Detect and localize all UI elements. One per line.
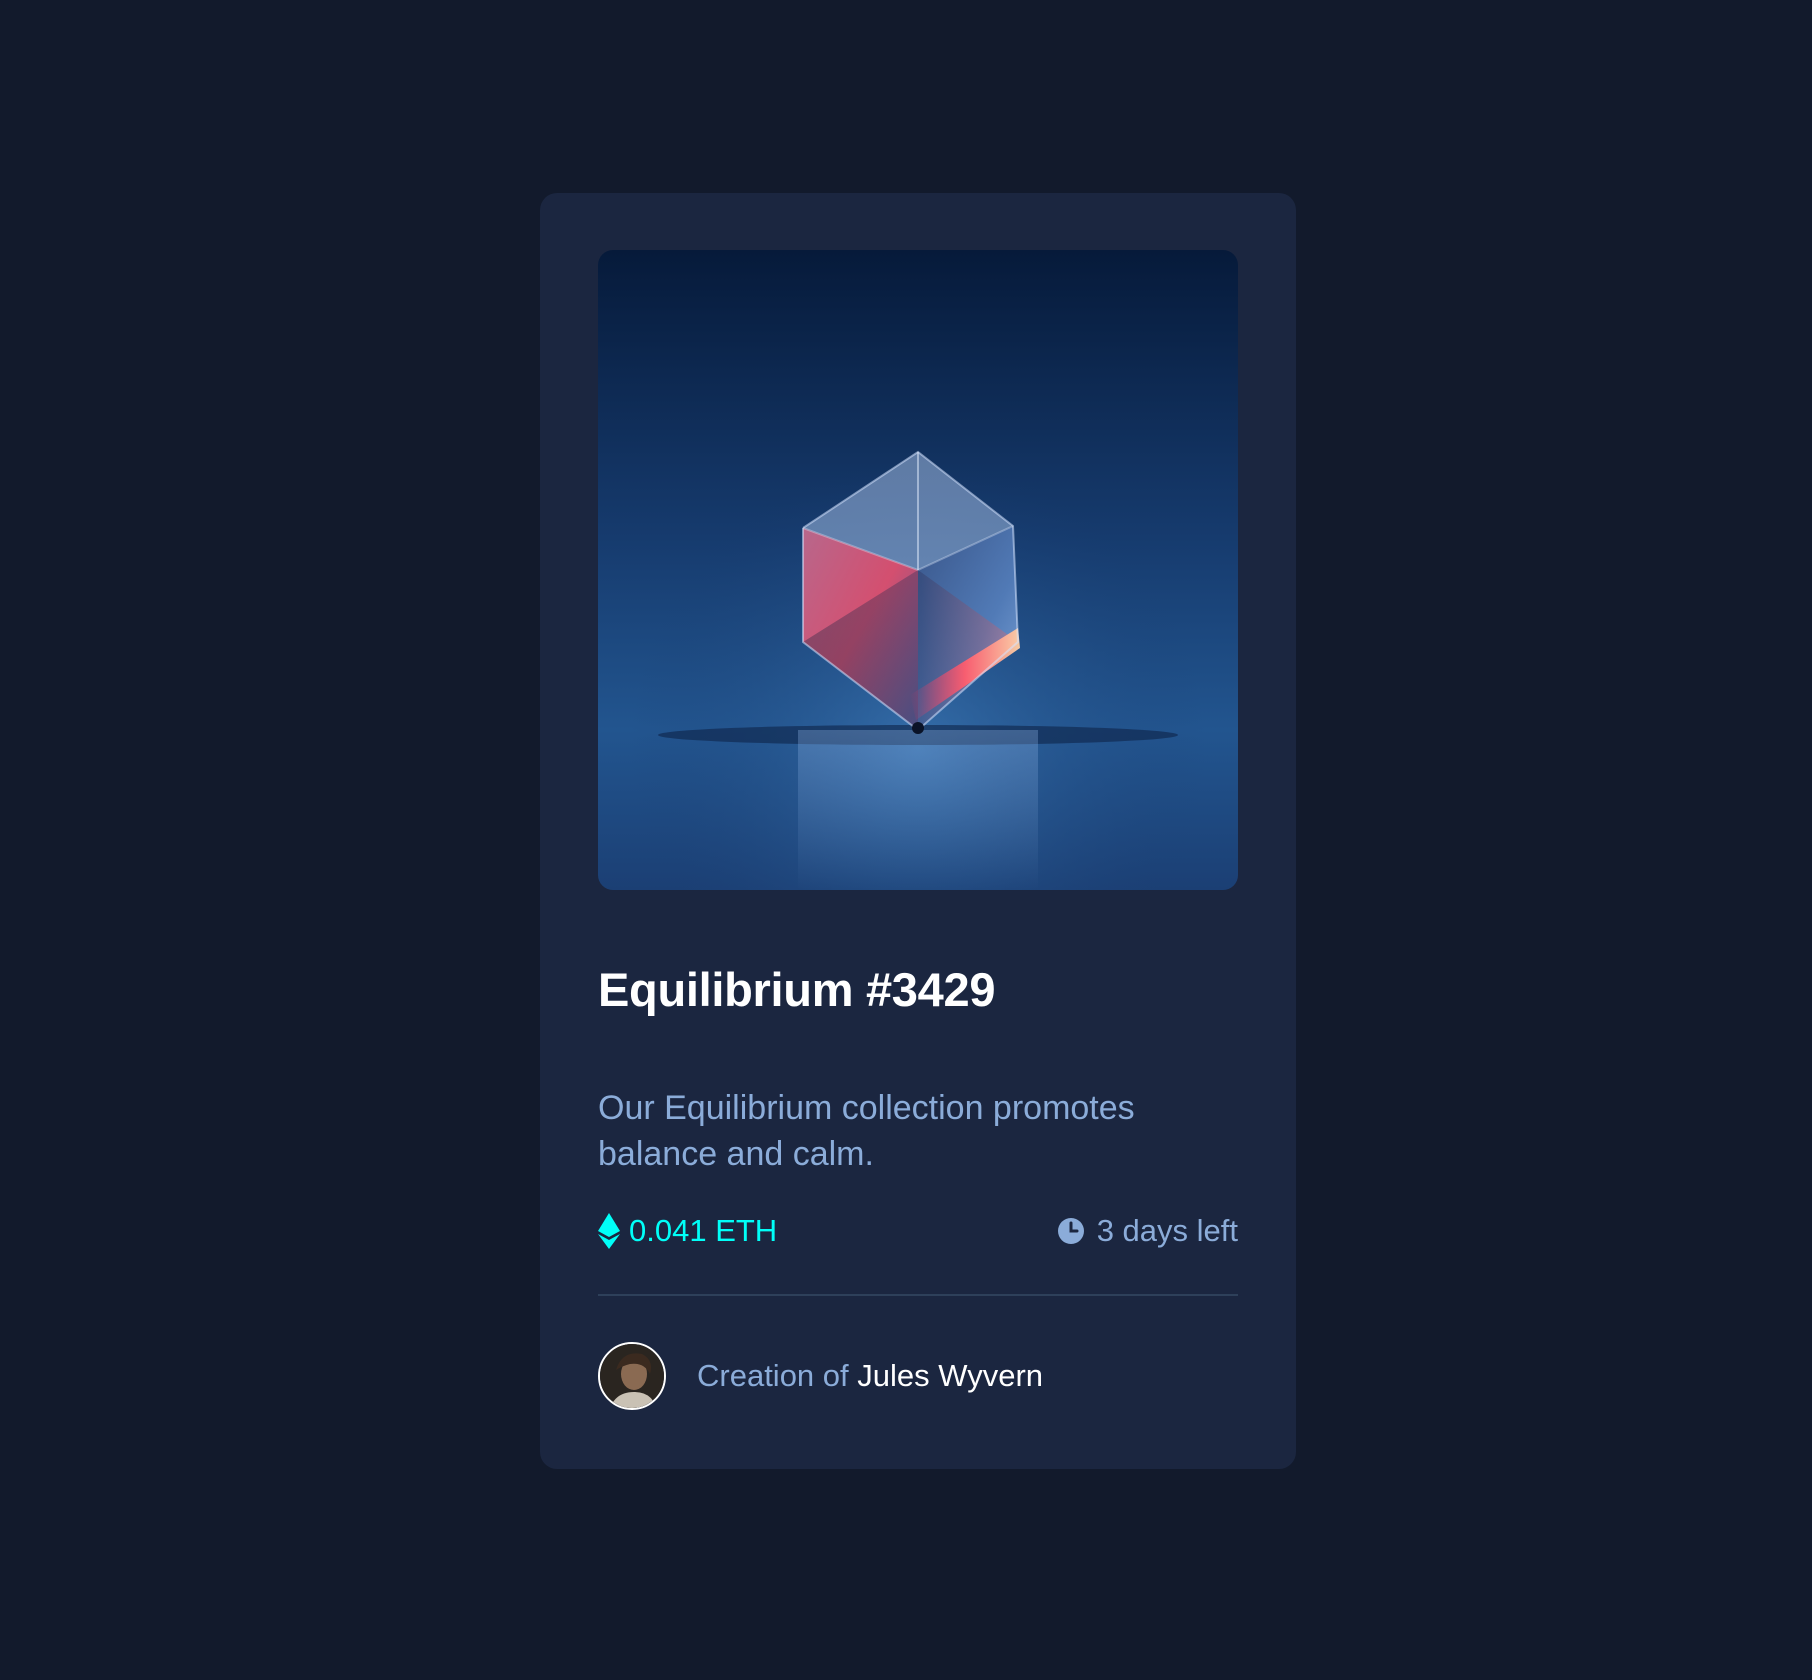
nft-card: Equilibrium #3429 Our Equilibrium collec… — [540, 193, 1296, 1469]
creator-name-link[interactable]: Jules Wyvern — [857, 1358, 1043, 1393]
price: 0.041 ETH — [598, 1213, 777, 1249]
nft-description: Our Equilibrium collection promotes bala… — [598, 1089, 1135, 1173]
price-value: 0.041 ETH — [629, 1213, 778, 1248]
ethereum-icon — [598, 1213, 620, 1249]
divider — [598, 1294, 1238, 1296]
equilibrium-cube-artwork — [598, 250, 1238, 890]
creator-prefix: Creation of — [697, 1358, 849, 1393]
nft-title[interactable]: Equilibrium #3429 — [598, 962, 1238, 1017]
creator-row: Creation of Jules Wyvern — [598, 1342, 1043, 1410]
nft-image[interactable] — [598, 250, 1238, 890]
avatar — [598, 1342, 666, 1410]
time-left-value: 3 days left — [1096, 1213, 1238, 1248]
creator-text: Creation of Jules Wyvern — [697, 1358, 1043, 1394]
time-left: 3 days left — [1057, 1213, 1238, 1249]
clock-icon — [1057, 1218, 1084, 1244]
meta-row: 0.041 ETH 3 days left — [598, 1213, 1238, 1253]
